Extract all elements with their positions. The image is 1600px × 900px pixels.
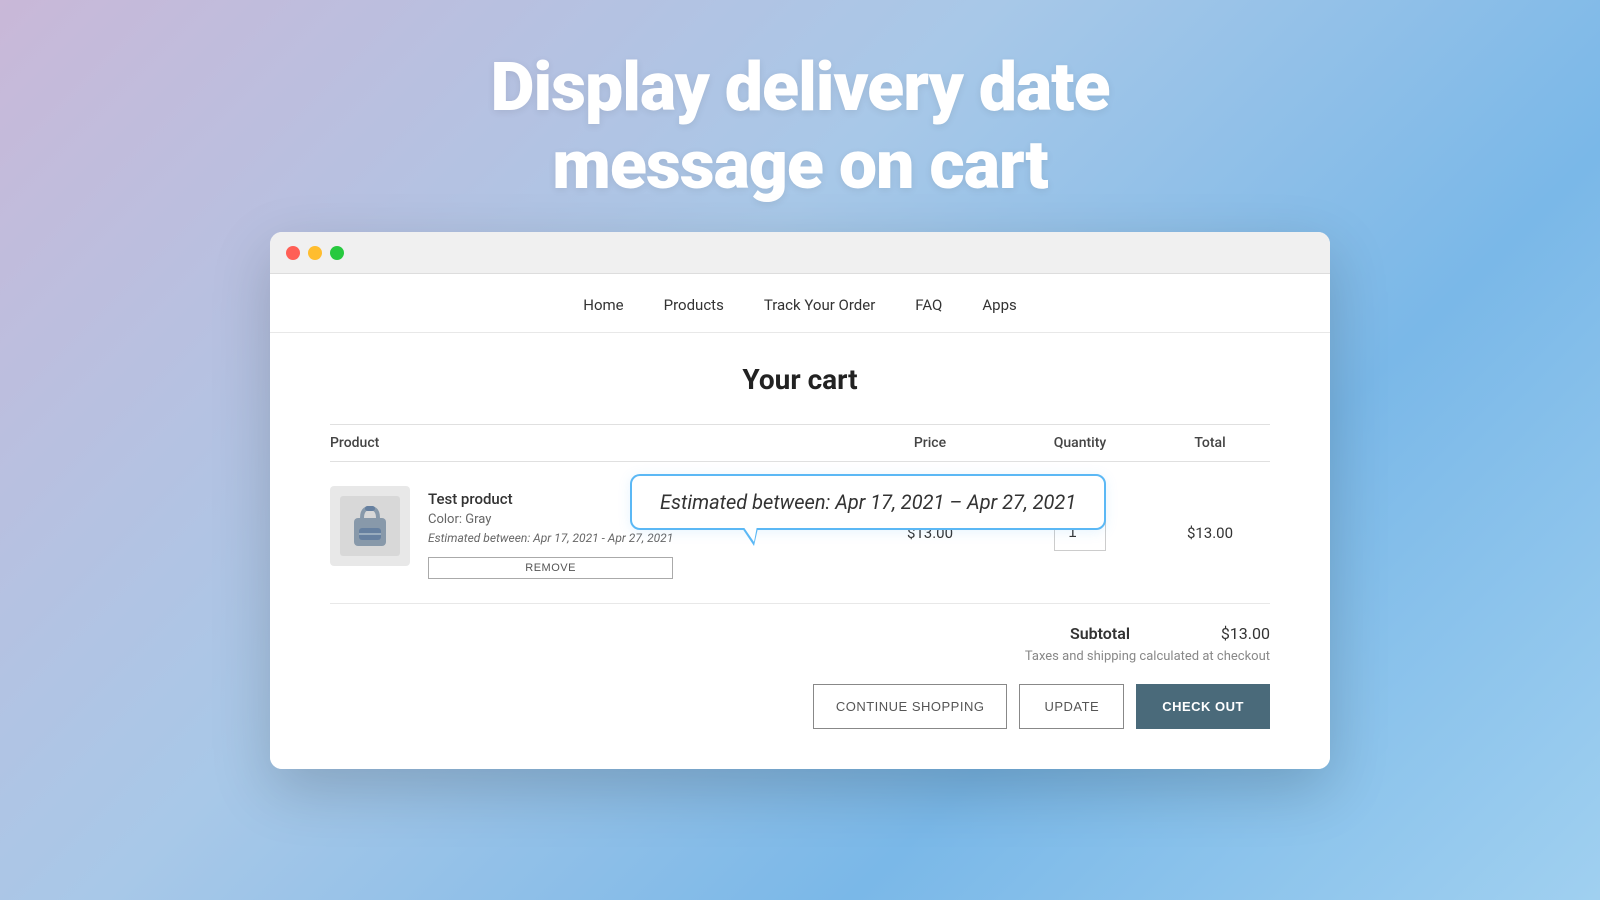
nav-apps[interactable]: Apps	[982, 296, 1016, 314]
delivery-tooltip: Estimated between: Apr 17, 2021 – Apr 27…	[630, 474, 1106, 530]
traffic-lights	[286, 246, 344, 260]
nav-track-order[interactable]: Track Your Order	[764, 296, 875, 314]
cart-table-header: Product Price Quantity Total	[330, 424, 1270, 462]
cart-subtotal: Subtotal $13.00 Taxes and shipping calcu…	[330, 624, 1270, 664]
col-header-total: Total	[1150, 435, 1270, 451]
subtotal-value: $13.00	[1190, 624, 1270, 643]
minimize-button[interactable]	[308, 246, 322, 260]
product-delivery-text: Estimated between: Apr 17, 2021 - Apr 27…	[428, 531, 673, 545]
browser-titlebar	[270, 232, 1330, 274]
nav-products[interactable]: Products	[664, 296, 724, 314]
nav-faq[interactable]: FAQ	[915, 296, 942, 314]
browser-content: Home Products Track Your Order FAQ Apps …	[270, 274, 1330, 769]
maximize-button[interactable]	[330, 246, 344, 260]
continue-shopping-button[interactable]: CONTINUE SHOPPING	[813, 684, 1008, 729]
item-total: $13.00	[1187, 524, 1233, 542]
col-header-price: Price	[850, 435, 1010, 451]
subtotal-row: Subtotal $13.00	[1070, 624, 1270, 643]
store-nav: Home Products Track Your Order FAQ Apps	[270, 274, 1330, 333]
close-button[interactable]	[286, 246, 300, 260]
total-cell: $13.00	[1150, 524, 1270, 542]
cart-title: Your cart	[330, 363, 1270, 396]
product-thumbnail-svg	[340, 496, 400, 556]
tax-note: Taxes and shipping calculated at checkou…	[1025, 649, 1270, 664]
cart-body: Your cart Product Price Quantity Total E…	[270, 333, 1330, 769]
col-header-quantity: Quantity	[1010, 435, 1150, 451]
update-button[interactable]: UPDATE	[1019, 684, 1124, 729]
hero-title: Display delivery date message on cart	[490, 48, 1109, 204]
cart-item-row: Estimated between: Apr 17, 2021 – Apr 27…	[330, 462, 1270, 604]
cart-actions: CONTINUE SHOPPING UPDATE CHECK OUT	[330, 684, 1270, 729]
remove-button[interactable]: REMOVE	[428, 557, 673, 579]
browser-window: Home Products Track Your Order FAQ Apps …	[270, 232, 1330, 769]
nav-home[interactable]: Home	[583, 296, 623, 314]
product-image	[330, 486, 410, 566]
subtotal-label: Subtotal	[1070, 624, 1130, 643]
col-header-product: Product	[330, 435, 850, 451]
checkout-button[interactable]: CHECK OUT	[1136, 684, 1270, 729]
